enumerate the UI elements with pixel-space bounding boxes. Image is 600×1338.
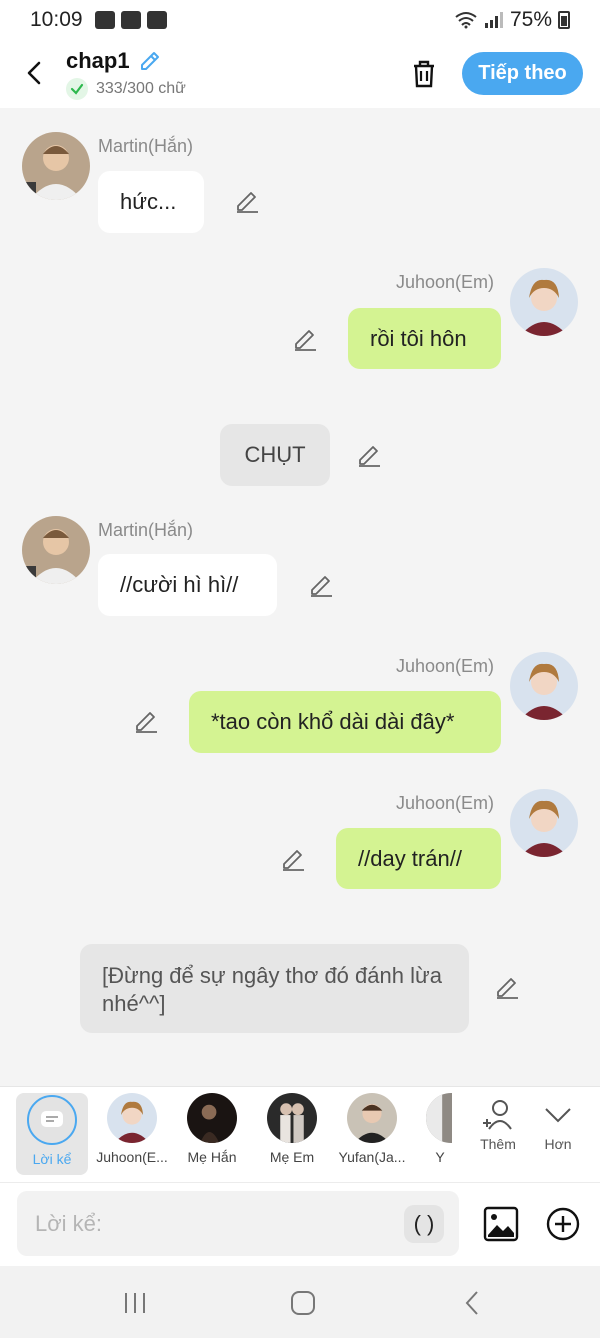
edit-message-icon[interactable] — [308, 572, 334, 598]
message-input[interactable] — [17, 1191, 459, 1256]
sender-name: Juhoon(Em) — [396, 656, 495, 676]
character-label: Yufan(Ja... — [338, 1149, 406, 1165]
edit-message-icon[interactable] — [292, 326, 318, 352]
battery-percent: 75% — [509, 8, 552, 31]
sender-name: Martin(Hắn) — [98, 136, 194, 156]
edit-message-icon[interactable] — [280, 846, 306, 872]
avatar-juhoon[interactable] — [510, 268, 578, 336]
header: chap1 333/300 chữ Tiếp theo — [0, 40, 600, 108]
message-text: [Đừng để sự ngây thơ đó đánh lừa nhé^^] — [102, 963, 442, 1016]
character-selector: Lời kể Juhoon(E... Mẹ Hắn Mẹ Em Yufan(Ja… — [0, 1086, 600, 1182]
edit-message-icon[interactable] — [234, 188, 260, 214]
avatar — [187, 1093, 237, 1143]
sound-effect-bubble[interactable]: CHỤT — [220, 424, 330, 486]
nav-back-icon[interactable] — [458, 1288, 488, 1318]
avatar-juhoon[interactable] — [510, 789, 578, 857]
message-text: //day trán// — [358, 845, 462, 871]
edit-message-icon[interactable] — [133, 708, 159, 734]
add-icon[interactable] — [544, 1205, 582, 1243]
message-text: hức... — [120, 189, 177, 214]
system-nav-bar — [0, 1266, 600, 1338]
title-area: chap1 333/300 chữ — [66, 48, 186, 100]
character-label: Juhoon(E... — [96, 1149, 168, 1165]
message-bubble[interactable]: //day trán// — [336, 828, 501, 889]
add-label: Thêm — [480, 1136, 516, 1152]
back-button[interactable] — [20, 58, 50, 88]
character-partial[interactable]: Y — [412, 1093, 452, 1165]
character-label: Lời kể — [32, 1151, 72, 1167]
avatar-martin[interactable] — [22, 132, 90, 200]
more-label: Hơn — [544, 1136, 572, 1152]
word-count: 333/300 chữ — [96, 80, 186, 97]
edit-title-icon[interactable] — [138, 49, 162, 73]
sender-name: Juhoon(Em) — [396, 793, 495, 813]
character-label: Mẹ Hắn — [187, 1149, 237, 1165]
avatar — [267, 1093, 317, 1143]
add-character-button[interactable]: Thêm — [468, 1097, 528, 1152]
avatar — [347, 1093, 397, 1143]
parenthesis-button[interactable]: ( ) — [404, 1205, 444, 1243]
avatar-juhoon[interactable] — [510, 652, 578, 720]
character-me-han[interactable]: Mẹ Hắn — [172, 1093, 252, 1165]
sender-name: Juhoon(Em) — [396, 272, 495, 292]
recent-apps-icon[interactable] — [120, 1288, 150, 1318]
app-notification-icon — [120, 11, 141, 29]
chapter-title: chap1 — [66, 48, 130, 73]
message-text: CHỤT — [244, 442, 306, 467]
chevron-down-icon — [545, 1108, 571, 1123]
battery-icon — [558, 11, 570, 29]
message-text: rồi tôi hôn — [370, 325, 467, 351]
avatar-martin[interactable] — [22, 516, 90, 584]
message-bubble[interactable]: hức... — [98, 171, 204, 233]
sender-name: Martin(Hắn) — [98, 520, 194, 540]
edit-message-icon[interactable] — [356, 442, 382, 468]
add-person-icon — [483, 1100, 512, 1130]
character-narrator[interactable]: Lời kể — [16, 1093, 88, 1175]
gallery-notification-icon — [94, 11, 115, 29]
avatar — [426, 1093, 452, 1143]
status-bar: 10:09 75% — [0, 0, 600, 40]
message-text: *tao còn khổ dài dài đây* — [211, 709, 455, 734]
more-button[interactable]: Hơn — [528, 1097, 588, 1152]
character-juhoon[interactable]: Juhoon(E... — [92, 1093, 172, 1165]
character-label: Mẹ Em — [269, 1149, 315, 1165]
trash-icon[interactable] — [406, 56, 442, 92]
message-bubble[interactable]: *tao còn khổ dài dài đây* — [189, 691, 501, 753]
next-button[interactable]: Tiếp theo — [462, 52, 583, 95]
message-text: //cười hì hì// — [120, 572, 239, 597]
image-icon[interactable] — [482, 1205, 520, 1243]
narration-icon — [27, 1095, 77, 1145]
narration-bubble[interactable]: [Đừng để sự ngây thơ đó đánh lừa nhé^^] — [80, 944, 469, 1033]
status-time: 10:09 — [30, 8, 83, 31]
home-icon[interactable] — [288, 1288, 318, 1318]
checkbox-notification-icon — [146, 11, 167, 29]
character-yufan[interactable]: Yufan(Ja... — [332, 1093, 412, 1165]
wifi-icon — [455, 12, 477, 29]
input-bar: ( ) — [0, 1182, 600, 1266]
check-icon — [66, 78, 88, 100]
edit-message-icon[interactable] — [494, 974, 520, 1000]
character-label: Y — [435, 1149, 445, 1165]
message-bubble[interactable]: //cười hì hì// — [98, 554, 277, 616]
character-me-em[interactable]: Mẹ Em — [252, 1093, 332, 1165]
avatar — [107, 1093, 157, 1143]
message-bubble[interactable]: rồi tôi hôn — [348, 308, 501, 369]
signal-icon — [484, 12, 503, 28]
chat-area[interactable]: Martin(Hắn) hức... Juhoon(Em) rồi tôi hô… — [0, 108, 600, 1086]
